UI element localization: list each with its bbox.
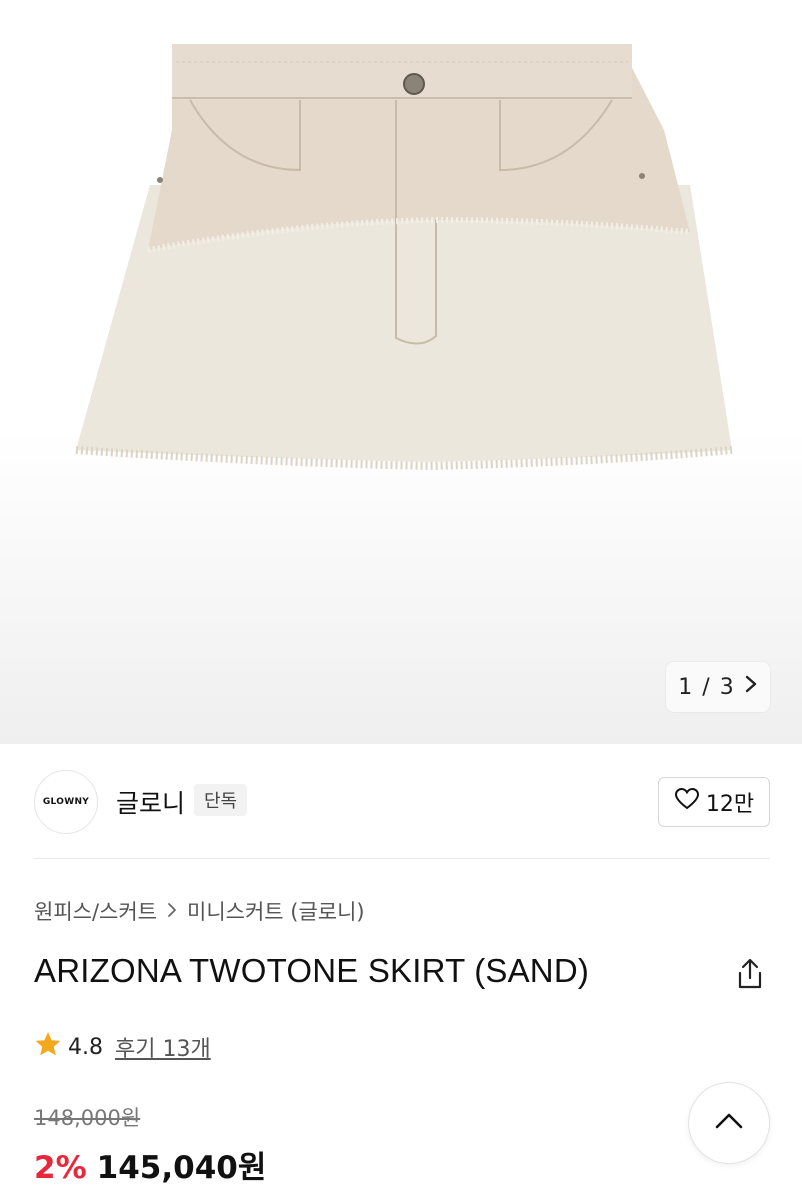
sale-price-row: 2% 145,040원: [34, 1142, 266, 1187]
gallery-pager[interactable]: 1 / 3: [666, 662, 770, 712]
like-count: 12만: [705, 792, 755, 817]
pager-total: 3: [719, 674, 734, 700]
share-icon: [732, 958, 768, 996]
pager-separator: /: [702, 674, 710, 700]
chevron-up-icon: [713, 1111, 745, 1135]
brand-name[interactable]: 글로니: [116, 784, 185, 820]
scroll-top-button[interactable]: [688, 1082, 770, 1164]
breadcrumb-child[interactable]: 미니스커트 (글로니): [187, 896, 365, 926]
chevron-right-icon[interactable]: [744, 674, 758, 700]
pager-current: 1: [678, 674, 693, 700]
rating-score: 4.8: [68, 1034, 103, 1060]
product-image-gallery[interactable]: 1 / 3: [0, 0, 802, 744]
breadcrumb-parent[interactable]: 원피스/스커트: [34, 896, 157, 926]
brand-row: GLOWNY 글로니 단독 12만: [34, 770, 770, 834]
reviews-link[interactable]: 후기 13개: [115, 1031, 211, 1063]
divider: [34, 858, 770, 859]
heart-icon: [674, 787, 700, 817]
original-price: 148,000원: [34, 1106, 141, 1130]
product-title: ARIZONA TWOTONE SKIRT (SAND): [34, 952, 590, 989]
product-image: [75, 44, 733, 471]
breadcrumb: 원피스/스커트 미니스커트 (글로니): [34, 896, 365, 926]
chevron-right-icon: [167, 899, 177, 923]
star-icon: [34, 1030, 62, 1064]
discount-rate: 2%: [34, 1150, 87, 1186]
exclusive-badge: 단독: [194, 784, 248, 816]
rating: 4.8 후기 13개: [34, 1030, 211, 1064]
like-button[interactable]: 12만: [658, 777, 770, 827]
share-button[interactable]: [732, 956, 768, 992]
brand-logo[interactable]: GLOWNY: [34, 770, 98, 834]
sale-price: 145,040원: [96, 1150, 267, 1186]
